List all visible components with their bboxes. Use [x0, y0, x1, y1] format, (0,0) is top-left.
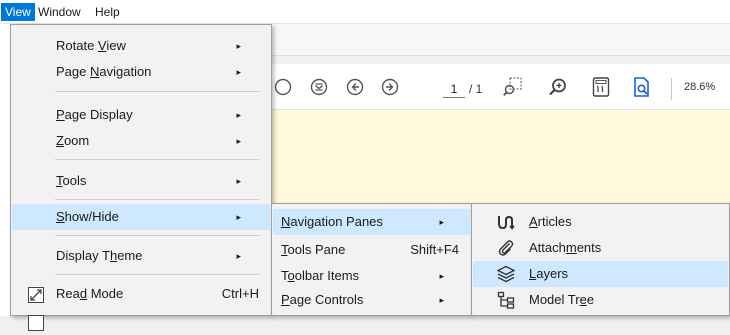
menu-item-page-controls[interactable]: Page Controls ▸ — [273, 287, 470, 313]
menu-item-label: Attachments — [529, 240, 602, 255]
read-mode-icon — [28, 287, 44, 303]
menu-item-attachments[interactable]: Attachments — [473, 235, 728, 261]
menu-item-label: Show/Hide — [56, 209, 119, 224]
previous-view-icon[interactable] — [340, 72, 370, 102]
menu-bar: View Window Help — [0, 0, 730, 24]
submenu-arrow-icon: ▸ — [236, 136, 241, 146]
menu-item-read-mode[interactable]: Read Mode Ctrl+H — [12, 281, 270, 307]
menu-help[interactable]: Help — [91, 3, 124, 21]
menu-separator — [55, 274, 259, 275]
menu-item-display-theme[interactable]: Display Theme ▸ — [12, 243, 270, 269]
articles-icon — [498, 215, 515, 230]
menu-item-label: Navigation Panes — [281, 214, 383, 229]
menu-separator — [55, 91, 259, 92]
submenu-arrow-icon: ▸ — [236, 41, 241, 51]
next-view-icon[interactable] — [375, 72, 405, 102]
single-page-view-icon[interactable] — [586, 72, 616, 102]
tab-strip — [270, 24, 730, 56]
zoom-level[interactable]: 28.6% — [684, 81, 715, 93]
zoom-in-icon[interactable] — [543, 72, 573, 102]
menu-item-label: Page Display — [56, 107, 133, 122]
submenu-arrow-icon: ▸ — [236, 110, 241, 120]
submenu-arrow-icon: ▸ — [236, 212, 241, 222]
menu-item-rotate-view[interactable]: Rotate View ▸ — [12, 33, 270, 59]
left-edge — [0, 24, 10, 316]
submenu-arrow-icon: ▸ — [439, 271, 444, 281]
menu-item-show-hide[interactable]: Show/Hide ▸ — [12, 204, 270, 230]
page-number-input[interactable]: 1 — [443, 80, 465, 98]
submenu-arrow-icon: ▸ — [236, 176, 241, 186]
menu-item-label: Rotate View — [56, 38, 126, 53]
toolbar: 1 / 1 28.6% — [270, 64, 730, 110]
submenu-arrow-icon: ▸ — [236, 251, 241, 261]
menu-view[interactable]: View — [1, 3, 35, 21]
menu-item-label: Tools — [56, 173, 87, 188]
menu-separator — [55, 199, 259, 200]
menu-item-label: Page Navigation — [56, 64, 152, 79]
menu-item-navigation-panes[interactable]: Navigation Panes ▸ — [273, 209, 470, 235]
view-menu: Rotate View ▸ Page Navigation ▸ Page Dis… — [10, 24, 272, 331]
scroll-mode-icon[interactable] — [268, 72, 298, 102]
menu-separator — [55, 159, 259, 160]
marquee-zoom-icon[interactable] — [498, 72, 528, 102]
submenu-arrow-icon: ▸ — [439, 295, 444, 305]
menu-item-layers[interactable]: Layers — [473, 261, 728, 287]
menu-item-full-screen-mode[interactable] — [12, 309, 270, 335]
menu-item-shortcut: Shift+F4 — [410, 242, 459, 257]
menu-item-toolbar-items[interactable]: Toolbar Items ▸ — [273, 263, 470, 289]
submenu-arrow-icon: ▸ — [439, 217, 444, 227]
show-hide-submenu: Navigation Panes ▸ Tools Pane Shift+F4 T… — [271, 203, 472, 316]
menu-item-label: Zoom — [56, 133, 90, 148]
menu-item-label: Read Mode — [56, 286, 124, 301]
navigation-panes-submenu: Articles Attachments Layers Model Tree — [471, 203, 730, 316]
submenu-arrow-icon: ▸ — [236, 67, 241, 77]
menu-item-tools[interactable]: Tools ▸ — [12, 168, 270, 194]
menu-separator — [55, 235, 259, 236]
next-page-icon[interactable] — [304, 72, 334, 102]
menu-item-label: Model Tree — [529, 292, 595, 307]
menu-item-zoom[interactable]: Zoom ▸ — [12, 128, 270, 154]
page-total: / 1 — [469, 82, 483, 96]
menu-item-label: Display Theme — [56, 248, 143, 263]
model-tree-icon — [497, 291, 515, 309]
menu-window[interactable]: Window — [34, 3, 85, 21]
layers-icon — [497, 265, 515, 283]
menu-item-model-tree[interactable]: Model Tree — [473, 287, 728, 313]
menu-item-page-navigation[interactable]: Page Navigation ▸ — [12, 59, 270, 85]
toolbar-divider — [671, 78, 672, 100]
full-screen-icon — [28, 315, 44, 331]
menu-item-tools-pane[interactable]: Tools Pane Shift+F4 — [273, 237, 470, 263]
menu-item-label: Articles — [529, 214, 572, 229]
read-mode-search-icon[interactable] — [627, 72, 657, 102]
menu-item-page-display[interactable]: Page Display ▸ — [12, 102, 270, 128]
menu-item-articles[interactable]: Articles — [473, 209, 728, 235]
paperclip-icon — [498, 240, 514, 256]
menu-item-shortcut: Ctrl+H — [221, 286, 259, 301]
menu-item-label: Page Controls — [281, 292, 364, 307]
menu-item-label: Tools Pane — [281, 242, 346, 257]
menu-item-label: Toolbar Items — [281, 268, 360, 283]
menu-item-label: Layers — [529, 266, 569, 281]
